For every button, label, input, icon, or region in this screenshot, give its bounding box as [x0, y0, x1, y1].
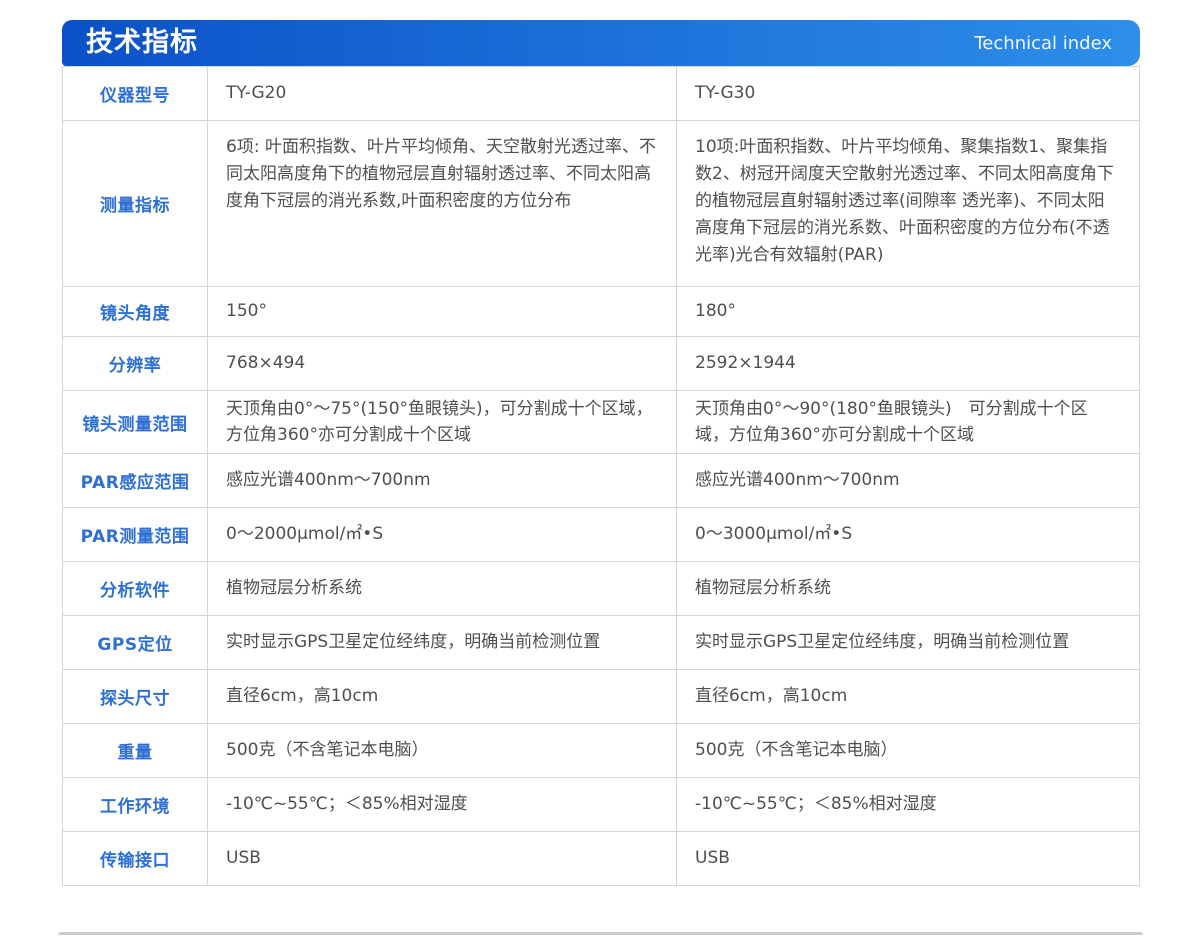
section-title-en: Technical index	[974, 33, 1112, 54]
cell-g20: 0～2000μmol/㎡•S	[208, 508, 677, 562]
cell-g30: TY-G30	[677, 67, 1140, 121]
next-section-divider	[58, 932, 1143, 935]
table-row: GPS定位实时显示GPS卫星定位经纬度，明确当前检测位置实时显示GPS卫星定位经…	[63, 616, 1140, 670]
row-label: 分析软件	[63, 562, 208, 616]
table-row: 分辨率768×4942592×1944	[63, 337, 1140, 391]
cell-g30: -10℃~55℃；＜85%相对湿度	[677, 778, 1140, 832]
cell-g20: 6项: 叶面积指数、叶片平均倾角、天空散射光透过率、不同太阳高度角下的植物冠层直…	[208, 121, 677, 287]
cell-g30: 植物冠层分析系统	[677, 562, 1140, 616]
cell-g30: USB	[677, 832, 1140, 886]
spec-table: 仪器型号TY-G20TY-G30测量指标6项: 叶面积指数、叶片平均倾角、天空散…	[62, 66, 1140, 886]
cell-g20: 768×494	[208, 337, 677, 391]
cell-g30: 感应光谱400nm～700nm	[677, 454, 1140, 508]
table-row: 镜头测量范围天顶角由0°～75°(150°鱼眼镜头)，可分割成十个区域，方位角3…	[63, 391, 1140, 454]
table-row: PAR感应范围感应光谱400nm～700nm感应光谱400nm～700nm	[63, 454, 1140, 508]
row-label: 探头尺寸	[63, 670, 208, 724]
cell-g30: 2592×1944	[677, 337, 1140, 391]
row-label: 分辨率	[63, 337, 208, 391]
cell-g20: -10℃~55℃；＜85%相对湿度	[208, 778, 677, 832]
cell-g30: 直径6cm，高10cm	[677, 670, 1140, 724]
row-label: 镜头测量范围	[63, 391, 208, 454]
cell-g20: 150°	[208, 287, 677, 337]
cell-g20: 植物冠层分析系统	[208, 562, 677, 616]
cell-g20: USB	[208, 832, 677, 886]
table-row: 仪器型号TY-G20TY-G30	[63, 67, 1140, 121]
row-label: 镜头角度	[63, 287, 208, 337]
table-row: 测量指标6项: 叶面积指数、叶片平均倾角、天空散射光透过率、不同太阳高度角下的植…	[63, 121, 1140, 287]
cell-g20: 500克（不含笔记本电脑）	[208, 724, 677, 778]
table-row: 工作环境-10℃~55℃；＜85%相对湿度-10℃~55℃；＜85%相对湿度	[63, 778, 1140, 832]
table-row: 分析软件植物冠层分析系统植物冠层分析系统	[63, 562, 1140, 616]
cell-g20: 实时显示GPS卫星定位经纬度，明确当前检测位置	[208, 616, 677, 670]
table-row: 传输接口USBUSB	[63, 832, 1140, 886]
row-label: 重量	[63, 724, 208, 778]
section-header: 技术指标 Technical index	[62, 20, 1140, 66]
cell-g30: 0～3000μmol/㎡•S	[677, 508, 1140, 562]
page: { "header": { "title_zh": "技术指标", "title…	[0, 0, 1200, 941]
cell-g30: 10项:叶面积指数、叶片平均倾角、聚集指数1、聚集指数2、树冠开阔度天空散射光透…	[677, 121, 1140, 287]
row-label: 仪器型号	[63, 67, 208, 121]
row-label: 传输接口	[63, 832, 208, 886]
cell-g20: 直径6cm，高10cm	[208, 670, 677, 724]
table-row: PAR测量范围0～2000μmol/㎡•S0～3000μmol/㎡•S	[63, 508, 1140, 562]
row-label: 工作环境	[63, 778, 208, 832]
spec-section: 技术指标 Technical index 仪器型号TY-G20TY-G30测量指…	[62, 20, 1140, 886]
section-title-zh: 技术指标	[86, 20, 198, 66]
row-label: PAR感应范围	[63, 454, 208, 508]
cell-g30: 天顶角由0°～90°(180°鱼眼镜头) 可分割成十个区域，方位角360°亦可分…	[677, 391, 1140, 454]
row-label: 测量指标	[63, 121, 208, 287]
cell-g30: 500克（不含笔记本电脑）	[677, 724, 1140, 778]
cell-g30: 实时显示GPS卫星定位经纬度，明确当前检测位置	[677, 616, 1140, 670]
cell-g20: TY-G20	[208, 67, 677, 121]
table-row: 重量500克（不含笔记本电脑）500克（不含笔记本电脑）	[63, 724, 1140, 778]
cell-g20: 感应光谱400nm～700nm	[208, 454, 677, 508]
row-label: PAR测量范围	[63, 508, 208, 562]
table-row: 镜头角度150°180°	[63, 287, 1140, 337]
cell-g20: 天顶角由0°～75°(150°鱼眼镜头)，可分割成十个区域，方位角360°亦可分…	[208, 391, 677, 454]
table-row: 探头尺寸直径6cm，高10cm直径6cm，高10cm	[63, 670, 1140, 724]
cell-g30: 180°	[677, 287, 1140, 337]
row-label: GPS定位	[63, 616, 208, 670]
